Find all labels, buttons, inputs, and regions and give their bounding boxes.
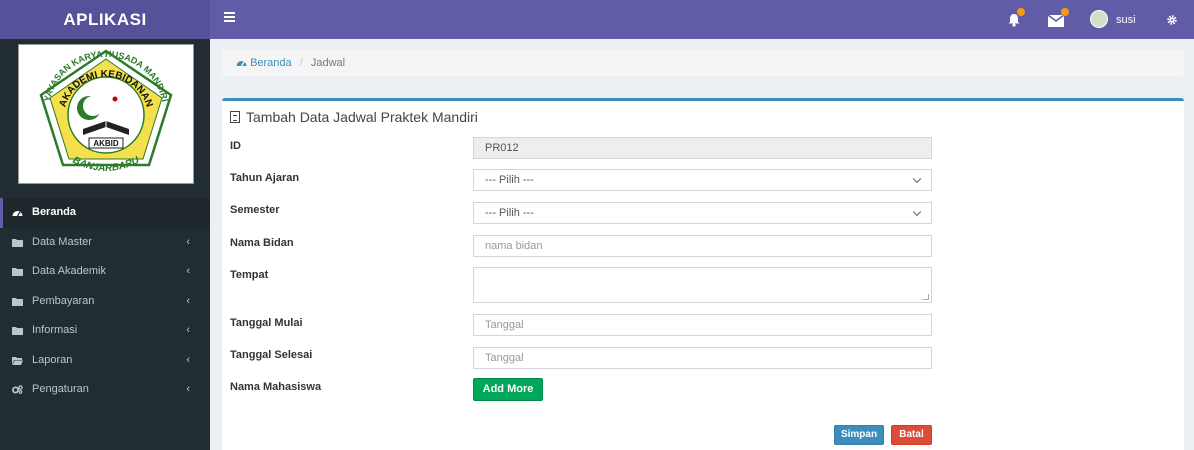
chevron-down-icon xyxy=(912,207,922,217)
folder-icon xyxy=(12,238,23,247)
envelope-icon xyxy=(1048,15,1064,27)
breadcrumb: Beranda / Jadwal xyxy=(222,50,1184,76)
chevron-left-icon: ‹ xyxy=(186,353,190,366)
breadcrumb-current: Jadwal xyxy=(310,57,346,69)
gear-icon xyxy=(1167,15,1177,25)
sidebar: YAYASAN KARYA HUSADA MANDIRI AKADEMI KEB… xyxy=(0,39,210,450)
sidebar-item-label: Pembayaran xyxy=(32,294,95,307)
sidebar-item-informasi[interactable]: Informasi ‹ xyxy=(0,316,210,346)
sidebar-item-label: Pengaturan xyxy=(32,383,89,395)
sidebar-menu: Beranda Data Master ‹ Data Akademik ‹ Pe… xyxy=(0,198,210,405)
sidebar-toggle-icon[interactable] xyxy=(224,12,235,22)
cancel-button[interactable]: Batal xyxy=(891,425,932,445)
sidebar-item-label: Informasi xyxy=(32,324,78,336)
tahun-ajaran-selected: --- Pilih --- xyxy=(485,174,534,186)
dashboard-icon xyxy=(12,211,23,217)
semester-label: Semester xyxy=(230,204,280,216)
semester-selected: --- Pilih --- xyxy=(485,207,534,219)
institution-logo: YAYASAN KARYA HUSADA MANDIRI AKADEMI KEB… xyxy=(18,44,194,184)
sidebar-item-label: Laporan xyxy=(32,353,73,366)
folder-icon xyxy=(12,327,23,335)
breadcrumb-separator: / xyxy=(299,57,303,69)
resize-handle[interactable] xyxy=(923,294,929,300)
id-field: PR012 xyxy=(473,137,932,159)
notifications-button[interactable] xyxy=(1005,0,1029,39)
semester-select[interactable]: --- Pilih --- xyxy=(473,202,932,224)
chevron-left-icon: ‹ xyxy=(186,383,190,395)
avatar xyxy=(1090,10,1108,28)
app-logo-title[interactable]: APLIKASI xyxy=(0,0,210,39)
sidebar-item-beranda[interactable]: Beranda xyxy=(0,198,210,228)
form-panel: Tambah Data Jadwal Praktek Mandiri ID PR… xyxy=(222,98,1184,450)
sidebar-item-pembayaran[interactable]: Pembayaran ‹ xyxy=(0,287,210,317)
chevron-left-icon: ‹ xyxy=(186,294,190,307)
message-badge xyxy=(1061,8,1069,16)
nama-mahasiswa-label: Nama Mahasiswa xyxy=(230,381,322,393)
sidebar-item-laporan[interactable]: Laporan ‹ xyxy=(0,346,210,376)
chevron-left-icon: ‹ xyxy=(186,324,190,336)
sidebar-item-label: Data Master xyxy=(32,235,92,248)
tanggal-selesai-label: Tanggal Selesai xyxy=(230,349,313,361)
clipboard-icon xyxy=(230,111,240,123)
tanggal-selesai-input[interactable]: Tanggal xyxy=(473,347,932,369)
folder-open-icon xyxy=(12,356,23,365)
folder-icon xyxy=(12,297,23,306)
user-menu[interactable]: susi xyxy=(1090,0,1150,39)
sidebar-item-pengaturan[interactable]: Pengaturan ‹ xyxy=(0,375,210,405)
tahun-ajaran-select[interactable]: --- Pilih --- xyxy=(473,169,932,191)
chevron-left-icon: ‹ xyxy=(186,265,190,277)
sidebar-item-data-akademik[interactable]: Data Akademik ‹ xyxy=(0,257,210,287)
folder-icon xyxy=(12,268,23,276)
chevron-left-icon: ‹ xyxy=(186,235,190,248)
messages-button[interactable] xyxy=(1046,0,1074,39)
user-name: susi xyxy=(1116,14,1136,26)
top-navbar: APLIKASI susi xyxy=(0,0,1194,39)
id-label: ID xyxy=(230,140,241,152)
sidebar-item-label: Beranda xyxy=(32,206,77,218)
nama-bidan-input[interactable]: nama bidan xyxy=(473,235,932,257)
svg-text:AKBID: AKBID xyxy=(93,139,119,148)
tanggal-mulai-input[interactable]: Tanggal xyxy=(473,314,932,336)
save-button[interactable]: Simpan xyxy=(834,425,884,445)
cogs-icon xyxy=(12,385,23,394)
add-more-button[interactable]: Add More xyxy=(473,378,543,401)
tempat-textarea[interactable] xyxy=(473,267,932,303)
form-title-text: Tambah Data Jadwal Praktek Mandiri xyxy=(246,109,478,125)
dashboard-icon xyxy=(236,61,247,67)
chevron-down-icon xyxy=(912,174,922,184)
nama-bidan-label: Nama Bidan xyxy=(230,237,294,249)
sidebar-item-data-master[interactable]: Data Master ‹ xyxy=(0,228,210,258)
sidebar-item-label: Data Akademik xyxy=(32,265,106,277)
tanggal-mulai-label: Tanggal Mulai xyxy=(230,317,303,329)
breadcrumb-home-link[interactable]: Beranda xyxy=(250,57,292,69)
tempat-label: Tempat xyxy=(230,269,269,281)
form-title: Tambah Data Jadwal Praktek Mandiri xyxy=(230,109,478,125)
settings-button[interactable] xyxy=(1163,0,1183,39)
notification-badge xyxy=(1017,8,1025,16)
tahun-ajaran-label: Tahun Ajaran xyxy=(230,172,300,184)
